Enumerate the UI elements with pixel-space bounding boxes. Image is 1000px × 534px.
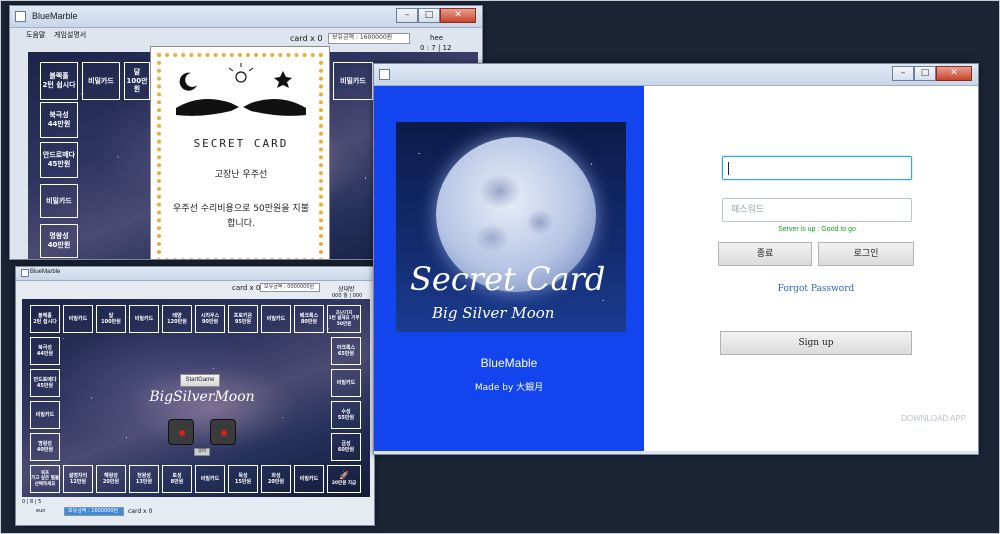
board-cell[interactable]: 비밀카드: [30, 401, 60, 429]
back-window-title: BlueMarble: [32, 11, 78, 21]
app-icon: [21, 269, 29, 277]
board-cell[interactable]: 프로키온 95만원: [228, 305, 258, 333]
dice-dot-icon: [179, 430, 185, 436]
back-caption-buttons: – □ ✕: [396, 8, 476, 24]
back-turn-info: 0 : 7 | 12: [420, 44, 452, 52]
secret-card-heading: SECRET CARD: [193, 137, 289, 150]
bluemarble-window-game: BlueMarble card x 0 보유금액 : 0000000원 상대방 …: [15, 266, 375, 526]
board-cell[interactable]: 명왕성 40만원: [30, 433, 60, 461]
board-cell[interactable]: 아크룩스 65만원: [331, 337, 361, 365]
board-cell[interactable]: 달 100만원: [124, 62, 150, 100]
server-status: Server is up : Good to go: [778, 226, 856, 233]
maximize-button[interactable]: □: [418, 8, 440, 23]
login-titlebar: – □ ✕: [374, 64, 978, 86]
game-titlebar: BlueMarble: [16, 267, 374, 281]
board-cell[interactable]: 비밀카드: [129, 305, 159, 333]
exit-button[interactable]: 종료: [718, 242, 812, 266]
login-brand-panel: Secret Card Big Silver Moon BlueMable Ma…: [374, 86, 644, 451]
minimize-button[interactable]: –: [892, 66, 914, 81]
board-cell[interactable]: 금성 60만원: [331, 433, 361, 461]
login-caption-buttons: – □ ✕: [892, 66, 972, 82]
board-cell[interactable]: 해왕성 20만원: [96, 465, 126, 493]
made-by: Made by 大銀月: [474, 383, 544, 393]
game-card-count: card x 0: [232, 284, 261, 292]
bottom-turn-info: 0 | 8 | 5: [22, 499, 42, 505]
board-cell[interactable]: 비밀카드: [82, 62, 120, 100]
close-button[interactable]: ✕: [440, 8, 476, 23]
app-icon: [15, 11, 26, 22]
board-cell[interactable]: 화성 20만원: [261, 465, 291, 493]
secret-card-subtitle: 고장난 우주선: [214, 170, 268, 180]
id-input[interactable]: [722, 156, 912, 180]
close-button[interactable]: ✕: [936, 66, 972, 81]
board-cell[interactable]: 워프 가고 싶은 별을 선택하세요: [30, 465, 60, 493]
hands-illustration-icon: [176, 63, 306, 116]
moon-artwork: Secret Card Big Silver Moon: [396, 122, 626, 332]
screenshot-canvas: BlueMarble – □ ✕ 도움말 게임설명서 card x 0 보유금액…: [0, 0, 1000, 534]
rocket-icon: 🚀: [339, 471, 349, 481]
start-cell[interactable]: 🚀 20만원 지급: [327, 465, 361, 493]
opponent-info: 000 월 | 000: [332, 293, 363, 299]
signup-button[interactable]: Sign up: [720, 331, 912, 355]
board-cell[interactable]: 비밀카드: [294, 465, 324, 493]
game-window-title: BlueMarble: [30, 269, 61, 275]
login-form-panel: 패스워드 Server is up : Good to go 종료 로그인 Fo…: [644, 86, 978, 451]
back-money-field: 보유금액 : 1600000원: [328, 33, 410, 44]
board-cell[interactable]: 베크룩스 80만원: [294, 305, 324, 333]
back-card-count: card x 0: [290, 34, 323, 43]
app-name: BlueMable: [480, 356, 538, 370]
forgot-password-link[interactable]: Forgot Password: [718, 284, 914, 294]
board-cell[interactable]: 비밀카드: [63, 305, 93, 333]
board-cell[interactable]: 토성 8만원: [162, 465, 192, 493]
board-cell[interactable]: 블랙홀 2턴 쉽시다: [40, 62, 78, 100]
game-logo-text: BigSilverMoon: [149, 389, 255, 405]
board-cell[interactable]: 명왕성 40만원: [40, 224, 78, 258]
art-subtitle: Big Silver Moon: [432, 304, 555, 322]
bottom-card-count: card x 0: [128, 508, 153, 515]
board-cell[interactable]: 북극성 44만원: [40, 102, 78, 138]
board-cell[interactable]: 설명자리 12만원: [63, 465, 93, 493]
board-cell[interactable]: 수성 55만원: [331, 401, 361, 429]
bottom-money-field: 보유금액 : 1600000원: [64, 507, 124, 516]
back-user-name: hee: [430, 34, 444, 42]
text-cursor: [728, 162, 729, 175]
menu-help[interactable]: 도움말: [26, 30, 45, 40]
app-icon: [379, 69, 390, 80]
dice-left[interactable]: [168, 419, 194, 445]
maximize-button[interactable]: □: [914, 66, 936, 81]
game-money-field: 보유금액 : 0000000원: [260, 283, 320, 292]
secret-card-message: 우주선 수리비용으로 50만원을 지불합니다.: [173, 204, 309, 229]
board-cell[interactable]: 천왕성 13만원: [129, 465, 159, 493]
board-cell[interactable]: 달 100만원: [96, 305, 126, 333]
board-cell[interactable]: 비밀카드: [333, 62, 373, 100]
art-title: Secret Card: [410, 260, 606, 298]
board-cell[interactable]: 안드로메다 45만원: [40, 142, 78, 178]
back-titlebar: BlueMarble – □ ✕: [10, 6, 482, 28]
start-game-button[interactable]: StartGame: [180, 374, 220, 387]
roll-button[interactable]: 굴려: [194, 448, 210, 456]
board-cell[interactable]: 시리우스 90만원: [195, 305, 225, 333]
board-cell[interactable]: 비밀카드: [261, 305, 291, 333]
board-cell[interactable]: 비밀카드: [331, 369, 361, 397]
board-cell[interactable]: 비밀카드: [40, 184, 78, 218]
board-cell[interactable]: 북극성 44만원: [30, 337, 60, 365]
secret-card-popup: SECRET CARD 고장난 우주선 우주선 수리비용으로 50만원을 지불합…: [150, 46, 330, 259]
minimize-button[interactable]: –: [396, 8, 418, 23]
login-button[interactable]: 로그인: [818, 242, 914, 266]
game-board: 블랙홀 2턴 쉽시다 비밀카드 달 100만원 비밀카드 태양 120만원 시리우스 9…: [22, 299, 370, 497]
board-cell[interactable]: 안드로메다 45만원: [30, 369, 60, 397]
board-cell[interactable]: 목성 15만원: [228, 465, 258, 493]
board-cell[interactable]: 조난기지 1턴 쉽세요 기부 50만원: [327, 305, 361, 333]
login-window: – □ ✕ Secret Card Big Silver Moon BlueMa…: [373, 63, 979, 455]
board-cell[interactable]: 블랙홀 2턴 쉽시다: [30, 305, 60, 333]
board-cell[interactable]: 비밀카드: [195, 465, 225, 493]
password-input[interactable]: 패스워드: [722, 198, 912, 222]
board-cell[interactable]: 태양 120만원: [162, 305, 192, 333]
bottom-user-name: eun: [36, 508, 46, 514]
menu-guide[interactable]: 게임설명서: [54, 30, 86, 40]
dice-dot-icon: [221, 430, 227, 436]
dice-right[interactable]: [210, 419, 236, 445]
download-app-link[interactable]: DOWNLOAD APP: [901, 414, 966, 423]
